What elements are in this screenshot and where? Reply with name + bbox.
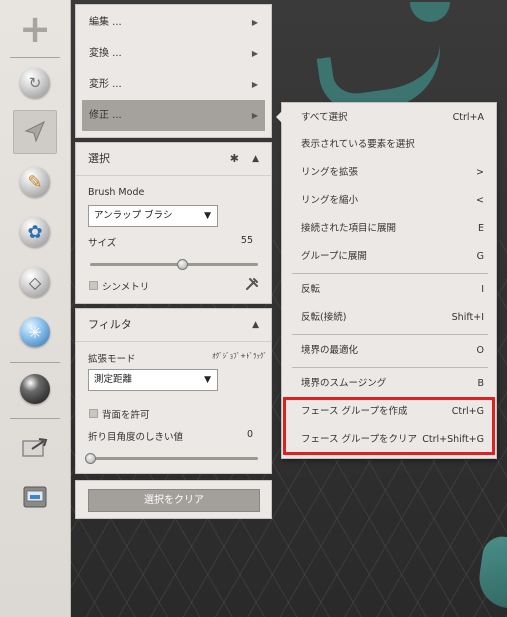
submenu-item-shortcut: < [476,195,484,206]
size-slider[interactable] [90,263,258,266]
panel-title: 選択 [88,152,110,165]
filter-panel-header[interactable]: フィルタ ▲ [76,309,271,342]
submenu-item-label: すべて選択 [301,112,348,123]
toolbar-divider [10,57,60,58]
panel-title: フィルタ [88,318,132,331]
brush-mode-value: アンラップ ブラシ [94,210,173,221]
submenu-item-label: 境界のスムージング [301,378,387,389]
symmetry-label: シンメトリ [102,282,150,293]
submenu-item-shortcut: Ctrl+A [452,112,484,123]
chevron-right-icon: ▶ [251,80,258,89]
edit-icon[interactable]: ◇ [13,260,57,304]
submenu-item-expand-connected[interactable]: 接続された項目に展開 E [282,215,496,242]
submenu-divider [292,334,488,335]
select-panel-header[interactable]: 選択 ✱ ▲ [76,143,271,176]
clear-selection-button[interactable]: 選択をクリア [88,489,260,512]
size-slider-handle[interactable] [177,259,189,270]
submenu-item-label: 表示されている要素を選択 [301,139,415,150]
allow-back-label: 背面を許可 [102,410,150,421]
fold-angle-label: 折り目角度のしきい値 [88,432,184,443]
export-icon[interactable] [13,425,57,469]
gear-icon[interactable]: ✱ [230,143,239,175]
submenu-item-invert-connected[interactable]: 反転(接続) Shift+I [282,304,496,331]
submenu-item-shortcut: G [476,251,484,262]
submenu-item-select-all[interactable]: すべて選択 Ctrl+A [282,104,496,131]
submenu-item-label: リングを拡張 [301,167,359,178]
chevron-right-icon: ▶ [251,111,258,120]
submenu-item-label: 境界の最適化 [301,345,359,356]
fold-angle-slider-handle[interactable] [85,453,96,464]
expand-mode-label: 拡張モード [88,354,136,365]
submenu-item-contract-ring[interactable]: リングを縮小 < [282,187,496,214]
toolbar-divider [10,418,60,419]
tool-menu-panel: 編集 ... ▶ 変換 ... ▶ 変形 ... ▶ 修正 ... ▶ [75,4,272,138]
brush-mode-select[interactable]: アンラップ ブラシ ▼ [88,205,218,227]
stamp-icon[interactable]: ✿ [13,210,57,254]
toolbar-divider [10,362,60,363]
meshmix-icon[interactable]: ↻ [13,61,57,105]
menu-item-deform[interactable]: 変形 ... ▶ [76,69,271,100]
chevron-down-icon: ▼ [204,375,211,385]
submenu-item-label: リングを縮小 [301,195,359,206]
print-icon[interactable] [13,475,57,519]
select-panel: 選択 ✱ ▲ Brush Mode アンラップ ブラシ ▼ サイズ 55 シンメ… [75,142,272,304]
menu-item-label: 変形 ... [89,79,122,90]
filter-panel: フィルタ ▲ 拡張モード ｵｸﾞｼﾞｮﾌﾞ+ﾄﾞﾗｯｸﾞ 測定距離 ▼ 背面を許… [75,308,272,474]
menu-item-label: 修正 ... [89,110,122,121]
menu-item-transform[interactable]: 変換 ... ▶ [76,38,271,69]
submenu-item-expand-ring[interactable]: リングを拡張 > [282,159,496,186]
expand-mode-hint: ｵｸﾞｼﾞｮﾌﾞ+ﾄﾞﾗｯｸﾞ [212,352,267,360]
submenu-item-select-visible[interactable]: 表示されている要素を選択 [282,131,496,158]
wrench-icon[interactable] [245,277,259,291]
collapse-icon[interactable]: ▲ [252,309,259,341]
submenu-item-invert[interactable]: 反転 I [282,276,496,303]
fold-angle-value: 0 [246,429,253,440]
brush-mode-label: Brush Mode [88,187,145,198]
collapse-icon[interactable]: ▲ [252,143,259,175]
fold-angle-slider[interactable] [90,457,258,460]
submenu-item-label: グループに展開 [301,251,367,262]
submenu-item-expand-group[interactable]: グループに展開 G [282,243,496,270]
symmetry-checkbox[interactable] [89,281,98,290]
allow-back-checkbox[interactable] [89,409,98,418]
chevron-right-icon: ▶ [251,49,258,58]
menu-item-label: 編集 ... [89,17,122,28]
submenu-item-optimize-boundary[interactable]: 境界の最適化 O [282,337,496,364]
size-label: サイズ [88,238,117,249]
menu-item-label: 変換 ... [89,48,122,59]
menu-item-modify[interactable]: 修正 ... ▶ [82,100,265,131]
expand-mode-value: 測定距離 [94,374,133,385]
submenu-item-shortcut: B [477,378,484,389]
sculpt-icon[interactable]: ✎ [13,160,57,204]
left-toolbar: + ↻ ✎ ✿ ◇ ✳ [0,0,71,617]
shaders-icon[interactable] [13,367,57,411]
add-icon[interactable]: + [13,7,57,51]
chevron-down-icon: ▼ [204,211,211,221]
annotation-highlight-box [283,397,495,455]
submenu-item-smooth-boundary[interactable]: 境界のスムージング B [282,370,496,397]
select-icon[interactable] [13,110,57,154]
menu-item-edit[interactable]: 編集 ... ▶ [76,7,271,38]
submenu-item-label: 反転 [301,284,321,295]
submenu-item-shortcut: O [476,345,484,356]
submenu-divider [292,367,488,368]
expand-mode-select[interactable]: 測定距離 ▼ [88,369,218,391]
mesh-model[interactable] [410,2,450,22]
clear-selection-panel: 選択をクリア [75,480,272,519]
submenu-item-label: 反転(接続) [301,312,347,323]
size-value: 55 [240,235,253,246]
submenu-item-shortcut: > [476,167,484,178]
submenu-divider [292,273,488,274]
submenu-item-shortcut: I [481,284,484,295]
chevron-right-icon: ▶ [251,18,258,27]
analysis-icon[interactable]: ✳ [13,310,57,354]
submenu-item-shortcut: Shift+I [451,312,484,323]
submenu-item-shortcut: E [477,223,484,234]
submenu-item-label: 接続された項目に展開 [301,223,397,234]
